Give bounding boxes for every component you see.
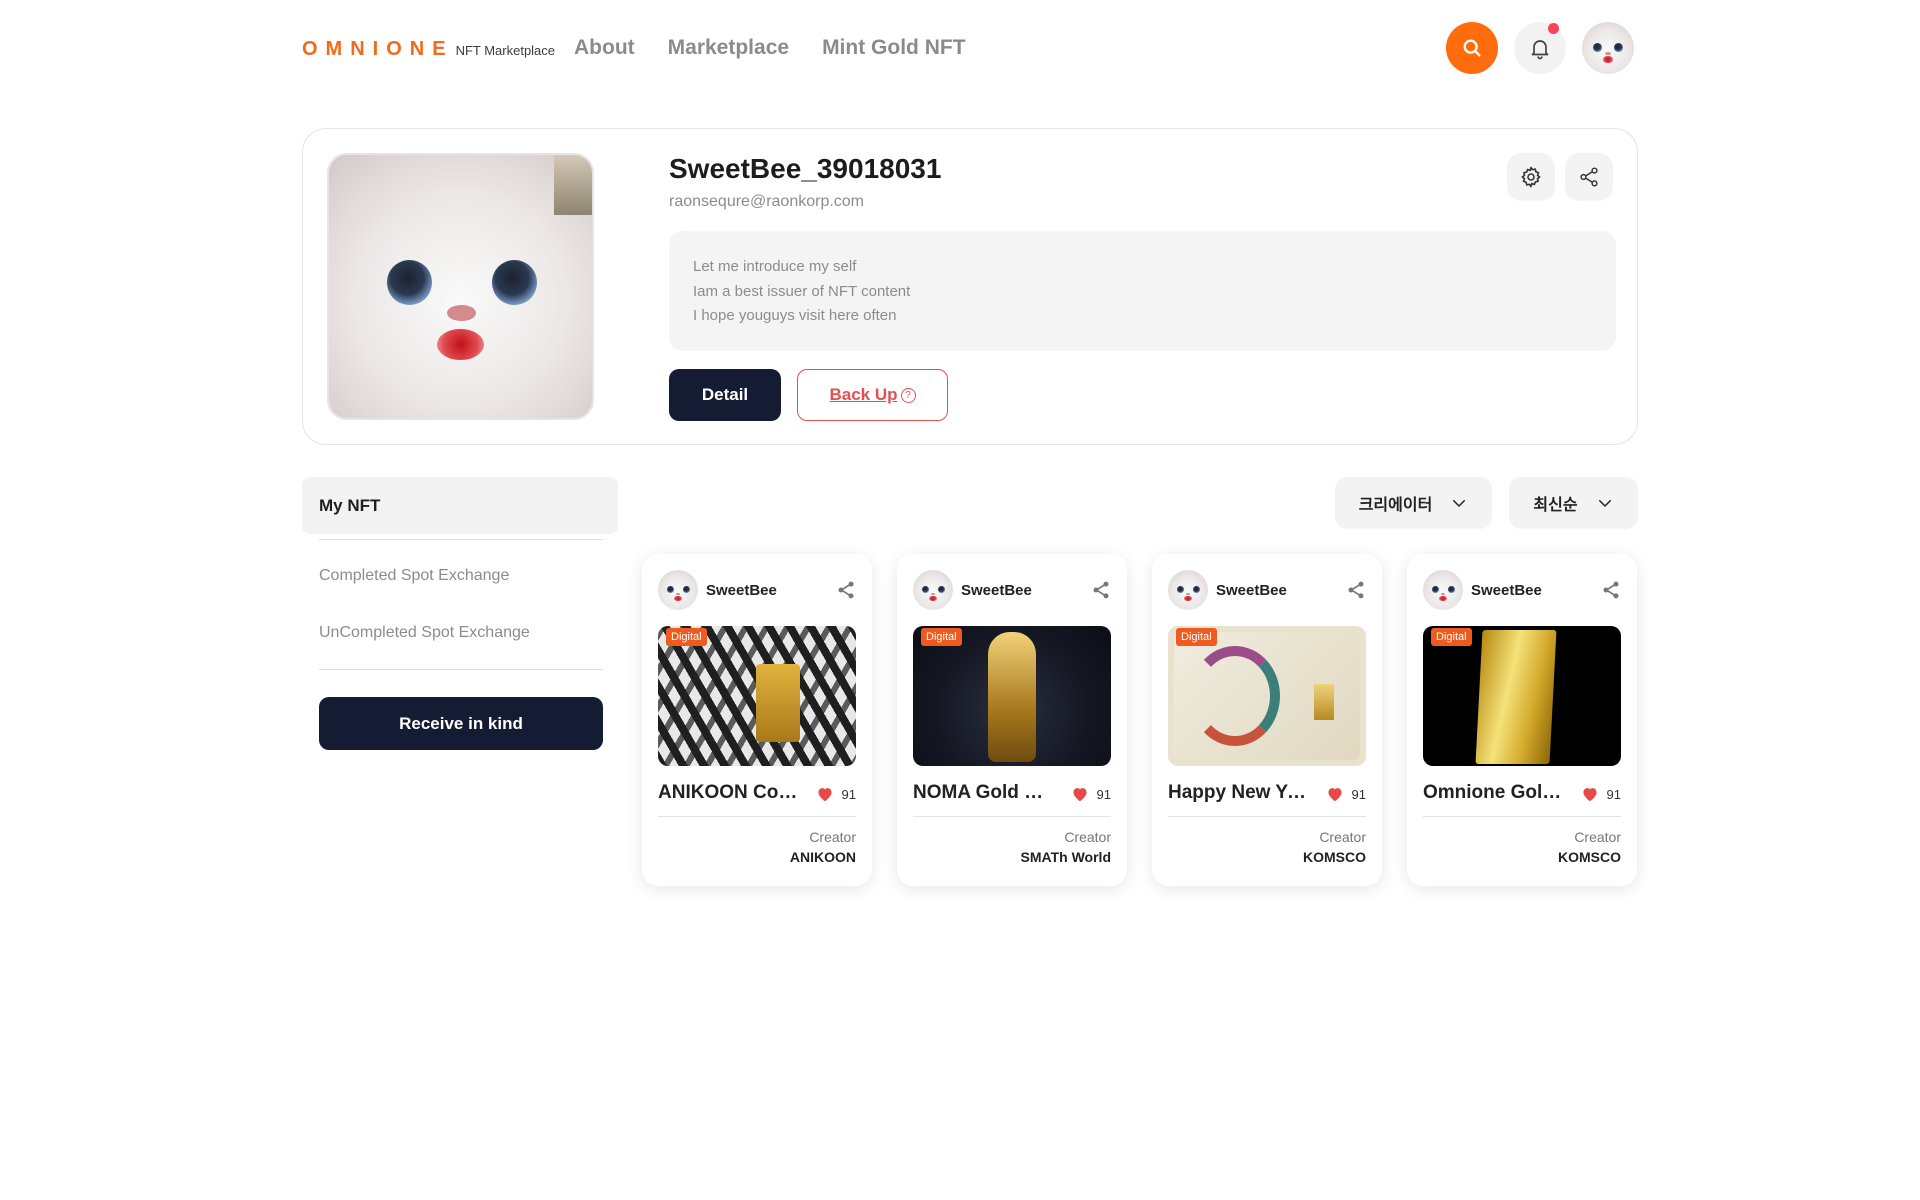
nft-title: ANIKOON Collection xyxy=(658,782,798,803)
nft-title: NOMA Gold Collection xyxy=(913,782,1053,803)
digital-badge: Digital xyxy=(666,628,707,646)
card-owner: SweetBee xyxy=(1423,570,1542,610)
sort-label: 최신순 xyxy=(1533,497,1578,514)
logo-wordmark: OMNIONE xyxy=(302,38,454,60)
sidebar-item-uncompleted-spot-exchange[interactable]: UnCompleted Spot Exchange xyxy=(319,624,530,642)
sidebar-divider xyxy=(319,669,603,670)
notification-dot xyxy=(1548,23,1559,34)
search-button[interactable] xyxy=(1446,22,1498,74)
like-count: 91 xyxy=(841,786,856,802)
avatar xyxy=(658,570,698,610)
sidebar-item-completed-spot-exchange[interactable]: Completed Spot Exchange xyxy=(319,567,509,585)
owner-name: SweetBee xyxy=(1471,581,1542,599)
avatar xyxy=(1582,22,1634,74)
creator-label: Creator xyxy=(1319,829,1366,845)
card-divider xyxy=(913,816,1111,817)
heart-icon xyxy=(1582,788,1597,802)
nav-mint-gold-nft[interactable]: Mint Gold NFT xyxy=(822,36,965,60)
card-divider xyxy=(1423,816,1621,817)
bell-icon xyxy=(1531,40,1549,60)
creator-label: Creator xyxy=(1574,829,1621,845)
avatar xyxy=(913,570,953,610)
nft-image[interactable]: Digital xyxy=(1168,626,1366,766)
digital-badge: Digital xyxy=(1176,628,1217,646)
chevron-down-icon xyxy=(1598,500,1611,508)
profile-card: SweetBee_39018031 raonsequre@raonkorp.co… xyxy=(302,128,1638,445)
bio-line: Let me introduce my self xyxy=(693,258,857,275)
logo[interactable]: OMNIONE NFT Marketplace xyxy=(302,38,555,61)
bio-line: Iam a best issuer of NFT content xyxy=(693,282,911,300)
search-icon xyxy=(1463,39,1481,57)
card-divider xyxy=(658,816,856,817)
heart-icon xyxy=(817,788,832,802)
nft-card[interactable]: SweetBee Digital ANIKOON Collection 91 C… xyxy=(642,554,872,886)
heart-icon xyxy=(1327,788,1342,802)
profile-picture xyxy=(327,153,594,420)
sort-dropdown[interactable]: 최신순 xyxy=(1509,477,1638,529)
notifications-button[interactable] xyxy=(1514,22,1566,74)
share-icon[interactable] xyxy=(1091,580,1111,600)
creator-name: SMATh World xyxy=(1020,849,1111,865)
creator-name: ANIKOON xyxy=(789,849,856,865)
profile-email: raonsequre@raonkorp.com xyxy=(669,193,865,210)
heart-icon xyxy=(1072,788,1087,802)
backup-button[interactable]: Back Up ? xyxy=(797,369,948,421)
receive-in-kind-button[interactable]: Receive in kind xyxy=(319,697,603,750)
creator-name: KOMSCO xyxy=(1303,849,1366,865)
like-count: 91 xyxy=(1351,786,1366,802)
card-owner: SweetBee xyxy=(658,570,777,610)
like-button[interactable]: 91 xyxy=(1071,786,1111,802)
like-button[interactable]: 91 xyxy=(1326,786,1366,802)
creator-filter-label: 크리에이터 xyxy=(1358,497,1433,514)
owner-name: SweetBee xyxy=(961,581,1032,599)
share-icon[interactable] xyxy=(1346,580,1366,600)
creator-filter-dropdown[interactable]: 크리에이터 xyxy=(1335,477,1492,529)
chevron-down-icon xyxy=(1453,500,1466,508)
profile-bio: Let me introduce my self Iam a best issu… xyxy=(669,231,1616,351)
owner-name: SweetBee xyxy=(706,581,777,599)
detail-button[interactable]: Detail xyxy=(669,369,781,421)
card-divider xyxy=(1168,816,1366,817)
settings-button[interactable] xyxy=(1507,153,1555,201)
digital-badge: Digital xyxy=(921,628,962,646)
like-button[interactable]: 91 xyxy=(1581,786,1621,802)
share-icon[interactable] xyxy=(1601,580,1621,600)
gear-icon xyxy=(1521,166,1541,188)
avatar xyxy=(1168,570,1208,610)
share-icon xyxy=(1580,167,1598,187)
nft-image[interactable]: Digital xyxy=(658,626,856,766)
nft-card[interactable]: SweetBee Digital Happy New Year 2024 91 … xyxy=(1152,554,1382,886)
card-owner: SweetBee xyxy=(1168,570,1287,610)
logo-subtitle: NFT Marketplace xyxy=(455,43,556,58)
nft-title: Happy New Year 2024 xyxy=(1168,782,1308,803)
nft-image[interactable]: Digital xyxy=(913,626,1111,766)
digital-badge: Digital xyxy=(1431,628,1472,646)
bio-line: I hope youguys visit here often xyxy=(693,307,897,324)
creator-label: Creator xyxy=(809,829,856,845)
creator-name: KOMSCO xyxy=(1558,849,1621,865)
nft-image[interactable]: Digital xyxy=(1423,626,1621,766)
user-avatar-button[interactable] xyxy=(1582,22,1634,74)
owner-name: SweetBee xyxy=(1216,581,1287,599)
nav-marketplace[interactable]: Marketplace xyxy=(668,36,789,60)
card-owner: SweetBee xyxy=(913,570,1032,610)
main-nav: About Marketplace Mint Gold NFT xyxy=(574,36,966,60)
like-button[interactable]: 91 xyxy=(816,786,856,802)
nft-title: Omnione Gold Bar xyxy=(1423,782,1563,803)
nft-card[interactable]: SweetBee Digital Omnione Gold Bar 91 Cre… xyxy=(1407,554,1637,886)
profile-share-button[interactable] xyxy=(1565,153,1613,201)
avatar xyxy=(1423,570,1463,610)
creator-label: Creator xyxy=(1064,829,1111,845)
sidebar-divider xyxy=(319,539,603,540)
share-icon[interactable] xyxy=(836,580,856,600)
nft-card[interactable]: SweetBee Digital NOMA Gold Collection 91… xyxy=(897,554,1127,886)
profile-name: SweetBee_39018031 xyxy=(669,153,942,184)
like-count: 91 xyxy=(1606,786,1621,802)
like-count: 91 xyxy=(1096,786,1111,802)
help-icon: ? xyxy=(900,387,916,403)
sidebar-item-my-nft[interactable]: My NFT xyxy=(302,477,618,534)
backup-label: Back Up xyxy=(829,385,898,404)
nav-about[interactable]: About xyxy=(574,36,635,60)
top-navbar: OMNIONE NFT Marketplace About Marketplac… xyxy=(0,0,1920,96)
